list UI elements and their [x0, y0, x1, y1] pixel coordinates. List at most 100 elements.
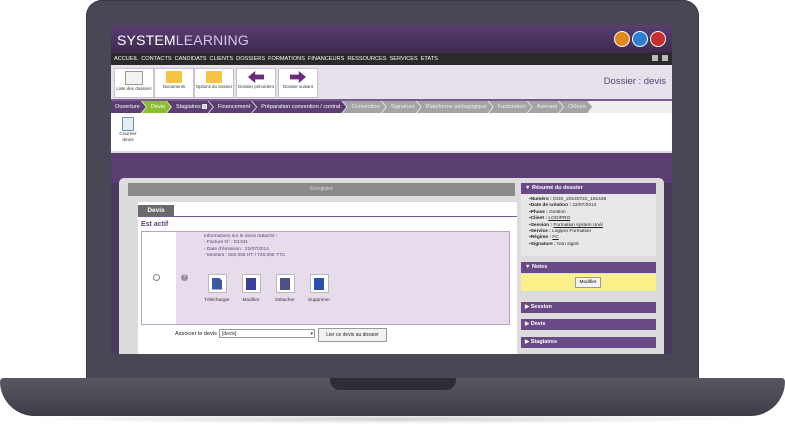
main-nav: ACCUEIL CONTACTS CANDIDATS CLIENTS DOSSI…: [111, 53, 672, 65]
list-icon: [125, 71, 143, 85]
app-logo[interactable]: SYSTEMLEARNING: [117, 32, 249, 48]
step-plateforme[interactable]: Plateforme pédagogique: [417, 101, 493, 113]
supprimer-button[interactable]: Supprimer: [304, 274, 334, 303]
home-icon[interactable]: [614, 31, 630, 47]
step-avenant[interactable]: Avenant: [528, 101, 563, 113]
client-link[interactable]: LOGIPRO: [548, 216, 570, 221]
notes-modify-button[interactable]: Modifier: [575, 277, 601, 288]
step-facturation[interactable]: Facturation: [489, 101, 532, 113]
button-label: Options du dossier: [195, 84, 233, 89]
nav-item-etats[interactable]: ETATS: [421, 56, 438, 62]
pdf-icon: [207, 274, 227, 293]
nav-item-formations[interactable]: FORMATIONS: [268, 56, 305, 62]
nav-item-clients[interactable]: CLIENTS: [210, 56, 234, 62]
info-icon: ?: [181, 274, 188, 281]
saved-banner: Enregistré: [128, 183, 515, 196]
toolbar: Liste des dossiers Documents Options du …: [111, 65, 672, 101]
nav-item-candidats[interactable]: CANDIDATS: [175, 56, 207, 62]
logo-part-learning: LEARNING: [175, 32, 249, 48]
button-label: Dossier suivant: [282, 84, 313, 89]
nav-tools: [652, 55, 668, 61]
step-cloture[interactable]: Clôture: [559, 101, 592, 113]
folder-icon: [166, 71, 182, 83]
link-devis-button[interactable]: Lier ce devis au dossier: [318, 328, 387, 342]
divider: [138, 216, 517, 217]
resume-header[interactable]: ▼ Résumé du dossier: [521, 183, 656, 194]
button-label: Dossier précédent: [238, 84, 274, 89]
devis-panel: Devis Est actif ? Informations sur le de…: [138, 202, 517, 354]
documents-button[interactable]: Documents: [154, 68, 194, 98]
step-devis[interactable]: Devis: [142, 101, 171, 113]
detacher-button[interactable]: Détacher: [270, 274, 300, 303]
arrow-right-icon: [290, 71, 306, 83]
main-content: Enregistré Devis Est actif ? Information…: [119, 178, 664, 354]
nav-item-financeurs[interactable]: FINANCEURS: [308, 56, 344, 62]
session-header[interactable]: ▶ Session: [521, 302, 656, 313]
stagiaires-header[interactable]: ▶ Stagiaires: [521, 337, 656, 348]
notes-header[interactable]: ▼ Notes: [521, 262, 656, 273]
resume-row: Signature : Non signé: [529, 242, 652, 248]
app-header: SYSTEMLEARNING: [111, 25, 672, 53]
action-label: Modifier: [242, 298, 260, 303]
step-badge: 0: [203, 104, 206, 109]
info-montant: - Montant : 600,00€ HT / 720,00€ TTC: [204, 253, 286, 259]
action-label: Télécharger: [204, 298, 230, 303]
step-signature[interactable]: Signature: [382, 101, 421, 113]
nav-item-contacts[interactable]: CONTACTS: [141, 56, 171, 62]
laptop-notch: [330, 378, 456, 390]
close-icon[interactable]: [650, 31, 666, 47]
nav-item-dossiers[interactable]: DOSSIERS: [236, 56, 265, 62]
arrow-left-icon: [248, 71, 264, 83]
list-dossiers-button[interactable]: Liste des dossiers: [114, 68, 154, 98]
document-area: Courrier devis: [111, 113, 672, 153]
logo-part-system: SYSTEM: [117, 32, 176, 48]
help-icon[interactable]: [632, 31, 648, 47]
delete-icon: [309, 274, 329, 293]
nav-item-services[interactable]: SERVICES: [390, 56, 418, 62]
edit-icon: [275, 274, 295, 293]
notes-body: Modifier: [521, 274, 656, 291]
nav-item-ressources[interactable]: RESSOURCES: [347, 56, 386, 62]
step-label: Stagiaires: [175, 104, 201, 110]
courrier-label: Courrier devis: [119, 132, 137, 143]
nav-item-accueil[interactable]: ACCUEIL: [114, 56, 138, 62]
devis-header[interactable]: ▶ Devis: [521, 319, 656, 330]
dossier-suivant-button[interactable]: Dossier suivant: [278, 68, 318, 98]
step-convention[interactable]: Convention: [342, 101, 385, 113]
status-label: Est actif: [141, 221, 169, 228]
devis-details: ? Informations sur le devis rattaché : -…: [176, 232, 509, 324]
associate-select[interactable]: [devis] ▾: [219, 329, 315, 338]
resume-body: Numéro : DOS_20140722_151426 Date de cré…: [521, 194, 656, 256]
cart-icon: [241, 274, 261, 293]
step-stagiaires[interactable]: Stagiaires 0: [167, 101, 213, 113]
sidebar: ▼ Résumé du dossier Numéro : DOS_2014072…: [521, 178, 656, 348]
workflow-steps: Ouverture Devis Stagiaires 0 Financement…: [111, 101, 672, 113]
step-financement[interactable]: Financement: [209, 101, 256, 113]
step-preparation[interactable]: Préparation convention / contrat: [252, 101, 346, 113]
session-link[interactable]: Formation system Uné/: [553, 223, 603, 228]
gear-icon[interactable]: [662, 55, 668, 61]
options-dossier-button[interactable]: Options du dossier: [194, 68, 234, 98]
header-icons: [614, 31, 666, 47]
button-label: Documents: [162, 84, 186, 89]
chevron-down-icon: ▾: [310, 331, 313, 337]
step-ouverture[interactable]: Ouverture: [111, 101, 146, 113]
devis-radio[interactable]: [153, 274, 160, 281]
keyboard-icon[interactable]: [652, 55, 658, 61]
folder-options-icon: [206, 71, 222, 83]
regime-link[interactable]: FC: [552, 235, 558, 240]
action-label: Supprimer: [307, 298, 331, 303]
modifier-button[interactable]: Modifier: [236, 274, 266, 303]
page-title: Dossier : devis: [603, 76, 666, 87]
associate-label: Associer le devis: [175, 331, 217, 337]
devis-tab[interactable]: Devis: [138, 205, 174, 216]
resume-list: Numéro : DOS_20140722_151426 Date de cré…: [521, 194, 656, 251]
devis-card: ? Informations sur le devis rattaché : -…: [141, 231, 510, 325]
dossier-precedent-button[interactable]: Dossier précédent: [236, 68, 276, 98]
devis-info: Informations sur le devis rattaché : - F…: [204, 234, 285, 260]
select-value: [devis]: [222, 331, 237, 337]
telecharger-button[interactable]: Télécharger: [202, 274, 232, 303]
document-icon: [122, 117, 134, 131]
courrier-devis-button[interactable]: Courrier devis: [118, 117, 138, 143]
button-label: Liste des dossiers: [116, 86, 152, 91]
